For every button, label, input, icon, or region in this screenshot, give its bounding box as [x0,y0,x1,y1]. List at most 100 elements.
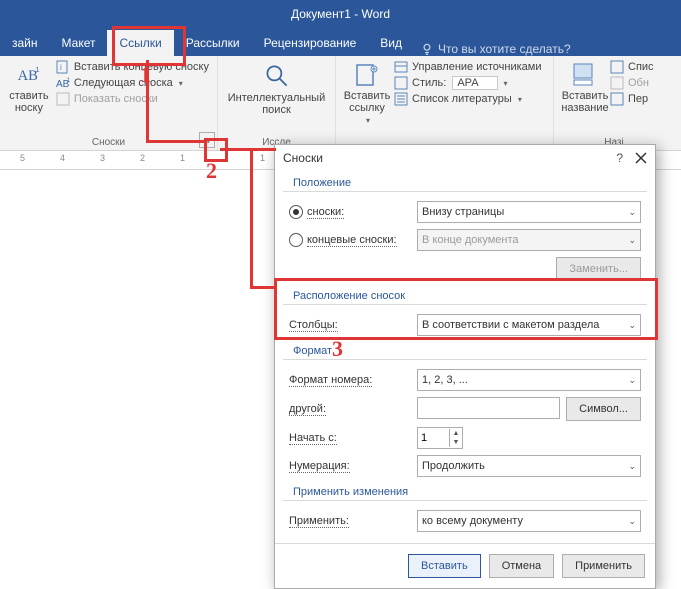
update-table-button[interactable]: Обн [610,76,654,90]
tab-review[interactable]: Рецензирование [252,30,369,56]
chevron-down-icon: ▾ [518,95,522,104]
tell-me-search[interactable]: Что вы хотите сделать? [420,42,571,56]
numbering-combo[interactable]: Продолжить ⌄ [417,455,641,477]
ribbon-tabs: зайн Макет Ссылки Рассылки Рецензировани… [0,28,681,56]
apply-button[interactable]: Применить [562,554,645,578]
update-icon [610,76,624,90]
callout-line [146,140,206,143]
next-footnote-button[interactable]: AB1 Следующая сноска ▾ [56,76,209,90]
insert-table-of-figures-button[interactable]: Спис [610,60,654,74]
close-icon [635,152,647,164]
section-position: Положение [283,173,647,192]
columns-combo[interactable]: В соответствии с макетом раздела ⌄ [417,314,641,336]
citation-icon [354,62,380,88]
num-format-value: 1, 2, 3, ... [422,374,468,386]
insert-citation-button[interactable]: Вставить ссылку ▾ [344,60,390,137]
cross-reference-button[interactable]: Пер [610,92,654,106]
bibliography-button[interactable]: Список литературы ▾ [394,92,541,106]
svg-text:i: i [60,63,62,72]
chevron-down-icon: ⌄ [628,461,636,472]
numbering-label: Нумерация: [289,460,350,473]
radio-icon [289,233,303,247]
num-format-combo[interactable]: 1, 2, 3, ... ⌄ [417,369,641,391]
symbol-button[interactable]: Символ... [566,397,641,421]
radio-endnotes[interactable]: концевые сноски: [289,233,409,247]
endnote-position-value: В конце документа [422,234,519,246]
update-label: Обн [628,77,649,89]
close-button[interactable] [635,152,647,164]
footnote-position-combo[interactable]: Внизу страницы ⌄ [417,201,641,223]
style-label: Стиль: [412,77,446,89]
spin-up-icon[interactable]: ▲ [450,429,462,438]
tab-references[interactable]: Ссылки [107,30,173,56]
insert-endnote-button[interactable]: i Вставить концевую сноску [56,60,209,74]
start-at-input[interactable] [418,431,449,445]
crossref-icon [610,92,624,106]
window-title: Документ1 - Word [291,7,390,21]
help-button[interactable]: ? [616,151,623,165]
columns-label: Столбцы: [289,319,338,332]
style-value: APA [452,76,497,90]
tof-icon [610,60,624,74]
section-apply: Применить изменения [283,482,647,501]
spin-down-icon[interactable]: ▼ [450,438,462,447]
caption-icon [572,62,598,88]
bibliography-label: Список литературы [412,93,512,105]
insert-caption-label: Вставить название [561,90,608,114]
insert-footnote-button[interactable]: AB1 ставить носку [8,60,50,137]
chevron-down-icon: ▾ [366,116,370,125]
next-footnote-label: Следующая сноска [74,77,173,89]
insert-citation-label: Вставить ссылку [344,90,391,114]
group-research: Интеллектуальный поиск Иссле [218,56,336,150]
manage-sources-label: Управление источниками [412,61,541,73]
cancel-button[interactable]: Отмена [489,554,554,578]
radio-footnotes-label: сноски: [307,206,344,219]
tab-layout[interactable]: Макет [50,30,108,56]
apply-to-value: ко всему документу [422,515,523,527]
tof-label: Спис [628,61,654,73]
tab-mailings[interactable]: Рассылки [174,30,252,56]
radio-endnotes-label: концевые сноски: [307,234,397,247]
radio-footnotes[interactable]: сноски: [289,205,409,219]
svg-text:1: 1 [67,78,70,84]
group-citations: Вставить ссылку ▾ Управление источниками… [336,56,554,150]
chevron-down-icon: ▾ [504,79,508,88]
chevron-down-icon: ⌄ [628,516,636,527]
insert-caption-button[interactable]: Вставить название [562,60,608,137]
apply-to-combo[interactable]: ко всему документу ⌄ [417,510,641,532]
callout-number-2: 2 [206,158,217,184]
footnote-icon: AB1 [16,62,42,88]
start-at-spinner[interactable]: ▲▼ [417,427,463,449]
callout-line [220,148,276,151]
chevron-down-icon: ▾ [179,79,183,88]
callout-number-3: 3 [332,336,343,362]
window-titlebar: Документ1 - Word [0,0,681,28]
chevron-down-icon: ⌄ [628,320,636,331]
dialog-titlebar[interactable]: Сноски ? [275,145,655,171]
tab-design[interactable]: зайн [0,30,50,56]
bibliography-icon [394,92,408,106]
numbering-value: Продолжить [422,460,485,472]
chevron-down-icon: ⌄ [628,375,636,386]
crossref-label: Пер [628,93,648,105]
convert-button[interactable]: Заменить... [556,257,641,281]
custom-mark-label: другой: [289,403,326,416]
ribbon: AB1 ставить носку i Вставить концевую сн… [0,56,681,151]
callout-line [250,150,253,288]
citation-style-dropdown[interactable]: Стиль: APA ▾ [394,76,541,90]
chevron-down-icon: ⌄ [628,207,636,218]
smart-lookup-icon [263,62,291,90]
insert-button[interactable]: Вставить [408,554,481,578]
tab-view[interactable]: Вид [368,30,414,56]
callout-line [146,60,149,140]
endnote-icon: i [56,60,70,74]
tell-me-label: Что вы хотите сделать? [438,42,571,56]
custom-mark-input[interactable] [417,397,560,419]
manage-sources-button[interactable]: Управление источниками [394,60,541,74]
lightbulb-icon [420,42,434,56]
group-footnotes-label: Сноски [8,137,209,150]
smart-lookup-button[interactable]: Интеллектуальный поиск [226,60,327,137]
show-notes-button[interactable]: Показать сноски [56,92,209,106]
num-format-label: Формат номера: [289,374,372,387]
section-layout: Расположение сносок [283,286,647,305]
